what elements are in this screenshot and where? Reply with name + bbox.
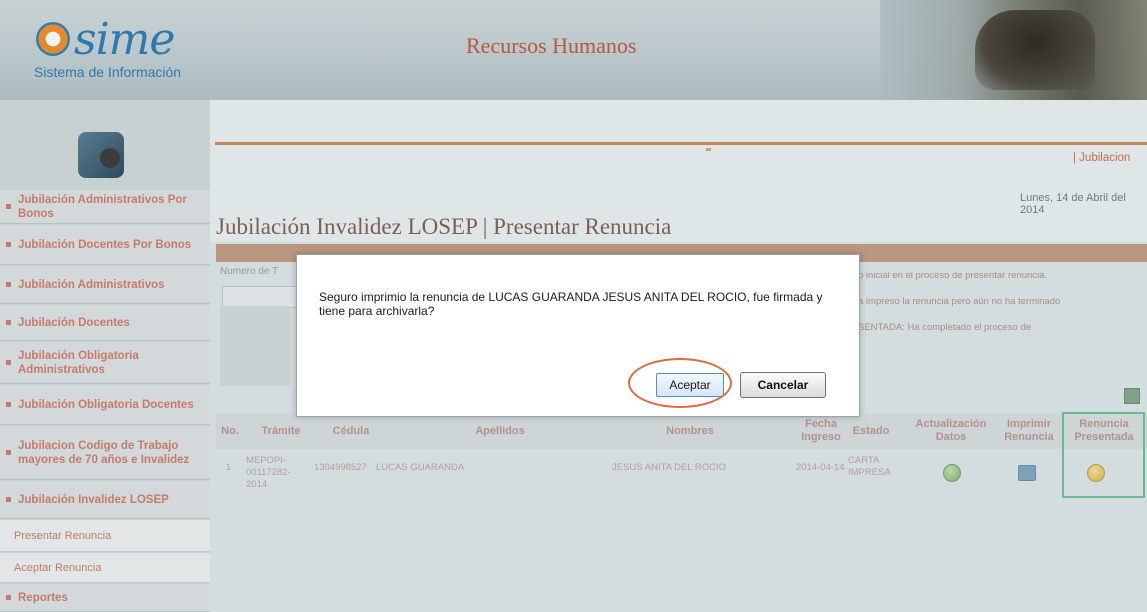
divider-mark — [706, 148, 711, 151]
bullet-icon — [6, 282, 11, 287]
divider — [215, 142, 1147, 145]
sidebar-item-jubilacion-docentes-bonos[interactable]: Jubilación Docentes Por Bonos — [0, 225, 210, 265]
sidebar-item-jubilacion-obligatoria-administrativos[interactable]: Jubilación Obligatoria Administrativos — [0, 342, 210, 384]
logo-subtitle: Sistema de Información — [34, 64, 182, 80]
user-icon-head — [100, 148, 120, 168]
logo[interactable]: sime Sistema de Información — [0, 0, 210, 100]
sidebar-item-jubilacion-codigo-trabajo[interactable]: Jubilacion Codigo de Trabajo mayores de … — [0, 426, 210, 480]
dialog-message: Seguro imprimio la renuncia de LUCAS GUA… — [319, 290, 823, 318]
sidebar-item-label: Reportes — [18, 591, 68, 604]
logo-word: sime — [74, 14, 175, 65]
sidebar-item-jubilacion-administrativos[interactable]: Jubilación Administrativos — [0, 266, 210, 304]
sidebar-subitem-aceptar-renuncia[interactable]: Aceptar Renuncia — [0, 553, 210, 583]
sidebar-item-label: Jubilación Obligatoria Administrativos — [18, 349, 139, 376]
breadcrumb-link[interactable]: | Jubilacion — [1073, 152, 1130, 164]
sidebar-subitem-label: Aceptar Renuncia — [14, 561, 102, 574]
sidebar-item-label: Jubilación Administrativos Por Bonos — [18, 193, 187, 220]
sidebar-subitem-presentar-renuncia[interactable]: Presentar Renuncia — [0, 520, 210, 552]
sidebar-item-label: Jubilación Administrativos — [18, 278, 165, 291]
sidebar-item-label: Jubilacion Codigo de Trabajo mayores de … — [18, 439, 190, 466]
aceptar-highlight-circle — [628, 358, 732, 408]
cancelar-button[interactable]: Cancelar — [740, 372, 826, 398]
logo-icon — [36, 22, 70, 56]
sidebar-item-jubilacion-administrativos-bonos[interactable]: Jubilación Administrativos Por Bonos — [0, 190, 210, 224]
sidebar-item-jubilacion-obligatoria-docentes[interactable]: Jubilación Obligatoria Docentes — [0, 385, 210, 425]
current-date: Lunes, 14 de Abril del 2014 — [1020, 192, 1126, 216]
bullet-icon — [6, 204, 11, 209]
sidebar-item-label: Jubilación Docentes Por Bonos — [18, 238, 192, 251]
bullet-icon — [6, 242, 11, 247]
bullet-icon — [6, 595, 11, 600]
app-title: Recursos Humanos — [466, 33, 637, 58]
sidebar-item-jubilacion-docentes[interactable]: Jubilación Docentes — [0, 305, 210, 341]
header-photo-person — [975, 10, 1095, 90]
sidebar-item-label: Jubilación Obligatoria Docentes — [18, 398, 194, 411]
bullet-icon — [6, 402, 11, 407]
bullet-icon — [6, 320, 11, 325]
sidebar-subitem-label: Presentar Renuncia — [14, 529, 112, 542]
bullet-icon — [6, 497, 11, 502]
sidebar-item-label: Jubilación Docentes — [18, 316, 130, 329]
page-title: Jubilación Invalidez LOSEP | Presentar R… — [216, 214, 672, 239]
bullet-icon — [6, 450, 11, 455]
bullet-icon — [6, 360, 11, 365]
sidebar-item-jubilacion-invalidez-losep[interactable]: Jubilación Invalidez LOSEP — [0, 481, 210, 519]
sidebar-item-label: Jubilación Invalidez LOSEP — [18, 493, 169, 506]
sidebar-item-reportes[interactable]: Reportes — [0, 584, 210, 612]
